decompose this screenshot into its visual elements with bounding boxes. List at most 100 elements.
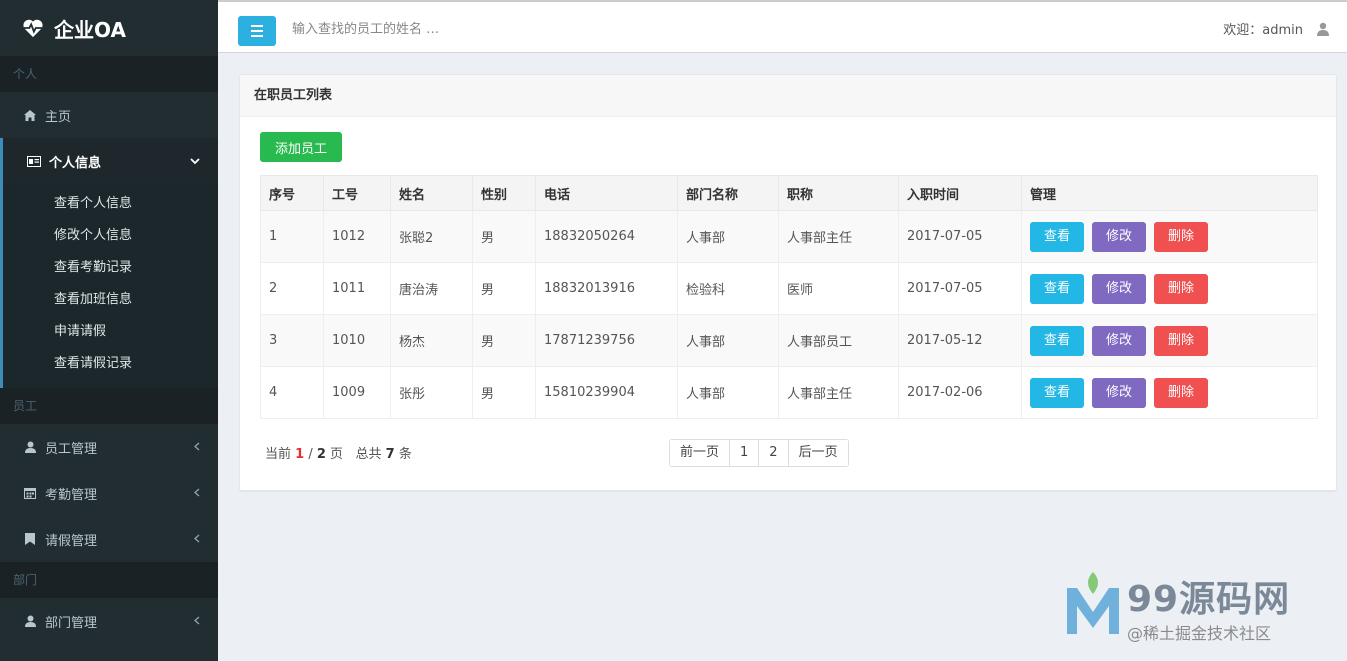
cell-gender: 男 [472,366,536,419]
app-logo[interactable]: 企业OA [0,0,218,56]
cell-gender: 男 [472,314,536,367]
chevron-left-icon [193,440,200,454]
personal-info-submenu: 查看个人信息 修改个人信息 查看考勤记录 查看加班信息 申请请假 查看请假记录 [0,184,218,388]
view-button[interactable]: 查看 [1030,325,1084,356]
edit-button[interactable]: 修改 [1092,325,1146,356]
cell-name: 杨杰 [390,314,473,367]
page-2-button[interactable]: 2 [759,440,789,466]
hamburger-icon [251,30,263,32]
table-row: 2 1011 唐治涛 男 18832013916 检验科 医师 2017-07-… [260,262,1318,315]
pager-separator: / [304,447,317,462]
cell-title: 医师 [778,262,899,315]
cell-actions: 查看 修改 删除 [1021,314,1318,367]
cell-hire-date: 2017-07-05 [898,210,1022,263]
view-button[interactable]: 查看 [1030,221,1084,252]
delete-button[interactable]: 删除 [1154,325,1208,356]
hamburger-icon [251,35,263,37]
submenu-item-leave-records[interactable]: 查看请假记录 [3,348,218,380]
section-header-personal: 个人 [0,56,218,92]
home-icon [23,108,37,122]
cell-name: 张聪2 [390,210,473,263]
column-header: 工号 [323,175,391,211]
column-header: 部门名称 [677,175,779,211]
cell-actions: 查看 修改 删除 [1021,366,1318,419]
cell-hire-date: 2017-05-12 [898,314,1022,367]
sidebar: 企业OA 个人 主页 个人信息 查看个人信息 修改个人信息 查看考勤记录 查看加… [0,0,218,661]
cell-title: 人事部主任 [778,366,899,419]
cell-dept: 人事部 [677,314,779,367]
delete-button[interactable]: 删除 [1154,273,1208,304]
table-row: 4 1009 张彤 男 15810239904 人事部 人事部主任 2017-0… [260,366,1318,419]
bookmark-icon [23,532,37,546]
chevron-down-icon [190,154,200,168]
pager-info: 当前 1 / 2 页 总共 7 条 [265,443,412,462]
cell-index: 3 [260,314,324,367]
delete-button[interactable]: 删除 [1154,221,1208,252]
total-pages: 2 [316,447,326,462]
top-header: 欢迎：admin [218,0,1347,53]
sidebar-item-leave-mgmt[interactable]: 请假管理 [0,516,218,562]
cell-emp-id: 1011 [323,262,391,315]
sidebar-item-home[interactable]: 主页 [0,92,218,138]
sidebar-item-attendance-mgmt[interactable]: 考勤管理 [0,470,218,516]
submenu-item-apply-leave[interactable]: 申请请假 [3,316,218,348]
prev-page-button[interactable]: 前一页 [670,440,731,466]
cell-dept: 人事部 [677,366,779,419]
table-row: 3 1010 杨杰 男 17871239756 人事部 人事部员工 2017-0… [260,314,1318,367]
sidebar-item-personal-info[interactable]: 个人信息 [0,138,218,184]
employee-table: 序号 工号 姓名 性别 电话 部门名称 职称 入职时间 管理 1 1012 张聪… [260,175,1318,419]
edit-button[interactable]: 修改 [1092,221,1146,252]
column-header: 电话 [535,175,678,211]
page-1-button[interactable]: 1 [730,440,760,466]
search-input[interactable] [292,16,592,42]
watermark-title: 99源码网 [1127,579,1291,620]
cell-hire-date: 2017-07-05 [898,262,1022,315]
edit-button[interactable]: 修改 [1092,273,1146,304]
cell-actions: 查看 修改 删除 [1021,210,1318,263]
box-title: 在职员工列表 [240,75,1336,117]
sidebar-toggle-button[interactable] [238,16,276,46]
chevron-left-icon [193,614,200,628]
column-header: 职称 [778,175,899,211]
table-row: 1 1012 张聪2 男 18832050264 人事部 人事部主任 2017-… [260,210,1318,263]
cell-phone: 15810239904 [535,366,678,419]
edit-button[interactable]: 修改 [1092,377,1146,408]
sidebar-item-label: 部门管理 [45,615,98,631]
cell-actions: 查看 修改 删除 [1021,262,1318,315]
submenu-item-edit-profile[interactable]: 修改个人信息 [3,220,218,252]
cell-title: 人事部员工 [778,314,899,367]
column-header: 姓名 [390,175,473,211]
view-button[interactable]: 查看 [1030,377,1084,408]
employee-list-box: 在职员工列表 添加员工 序号 工号 姓名 性别 电话 部门名称 职称 入职时间 … [239,74,1337,491]
pager-prefix: 当前 [265,447,292,462]
delete-button[interactable]: 删除 [1154,377,1208,408]
user-icon [1317,22,1329,36]
user-menu[interactable]: 欢迎：admin [1223,19,1329,38]
total-count: 7 [385,447,395,462]
table-header-row: 序号 工号 姓名 性别 电话 部门名称 职称 入职时间 管理 [260,175,1318,211]
next-page-button[interactable]: 后一页 [788,440,848,466]
column-header: 性别 [472,175,536,211]
submenu-item-overtime-info[interactable]: 查看加班信息 [3,284,218,316]
cell-hire-date: 2017-02-06 [898,366,1022,419]
submenu-item-attendance-records[interactable]: 查看考勤记录 [3,252,218,284]
column-header: 序号 [260,175,324,211]
sidebar-item-dept-mgmt[interactable]: 部门管理 [0,598,218,644]
calendar-icon [23,486,37,500]
column-header: 入职时间 [898,175,1022,211]
heartbeat-icon [23,19,43,38]
cell-index: 4 [260,366,324,419]
app-title: 企业OA [54,17,126,42]
view-button[interactable]: 查看 [1030,273,1084,304]
cell-phone: 18832050264 [535,210,678,263]
user-icon [23,440,37,454]
submenu-item-view-profile[interactable]: 查看个人信息 [3,188,218,220]
watermark-logo-icon [1067,572,1119,634]
sidebar-item-label: 员工管理 [45,441,98,457]
pager-total-prefix: 总共 [355,447,382,462]
sidebar-item-staff-mgmt[interactable]: 员工管理 [0,424,218,470]
cell-emp-id: 1009 [323,366,391,419]
add-employee-button[interactable]: 添加员工 [260,132,342,162]
column-header: 管理 [1021,175,1318,211]
cell-phone: 17871239756 [535,314,678,367]
